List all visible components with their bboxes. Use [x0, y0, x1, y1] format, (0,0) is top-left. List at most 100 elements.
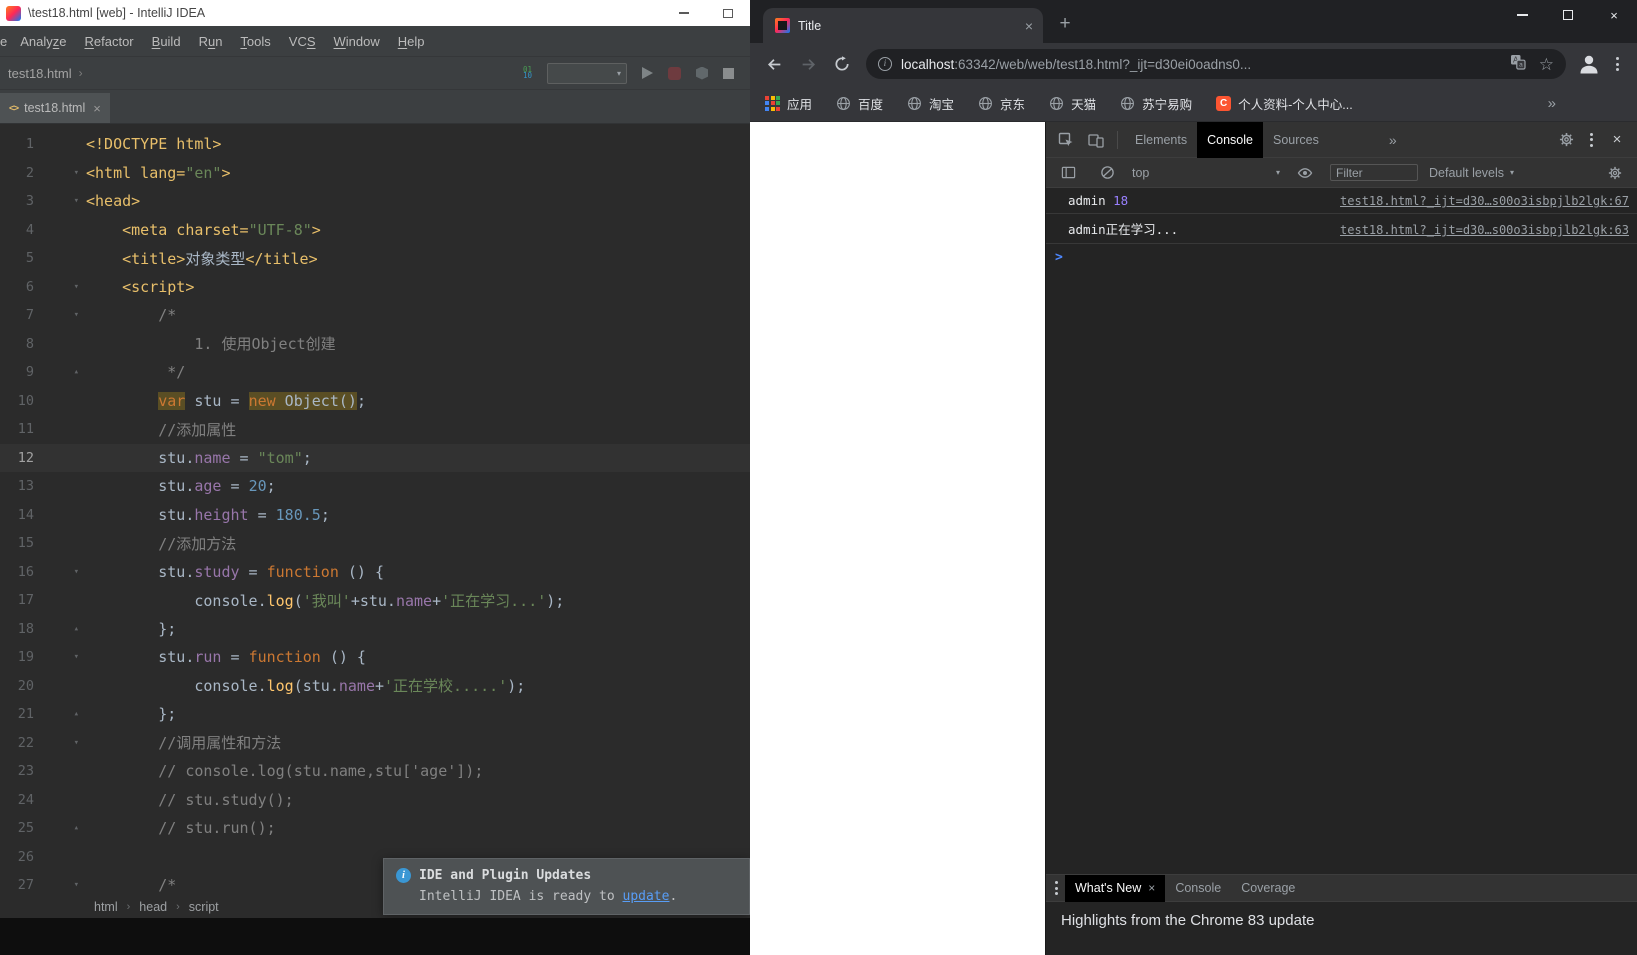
bookmark-item[interactable]: 百度 — [836, 94, 883, 113]
bookmark-star-icon[interactable]: ☆ — [1539, 56, 1554, 73]
log-levels-dropdown[interactable]: Default levels ▾ — [1429, 166, 1514, 180]
breadcrumb-script[interactable]: script — [189, 900, 219, 914]
run-config-dropdown[interactable]: ▾ — [547, 62, 627, 84]
update-notification[interactable]: i IDE and Plugin Updates IntelliJ IDEA i… — [383, 858, 750, 915]
menu-item-vcs[interactable]: VCS — [280, 34, 325, 49]
drawer-tab-console[interactable]: Console — [1165, 875, 1231, 902]
menu-item-tools[interactable]: Tools — [231, 34, 279, 49]
menu-item-analyze[interactable]: Analyze — [11, 34, 75, 49]
debug-button[interactable] — [668, 66, 681, 80]
devtools-tab-sources[interactable]: Sources — [1263, 122, 1329, 158]
fold-end-icon[interactable]: ▴ — [34, 624, 86, 634]
fold-end-icon[interactable]: ▴ — [34, 709, 86, 719]
update-link[interactable]: update — [623, 889, 670, 904]
fold-collapse-icon[interactable]: ▾ — [34, 738, 86, 748]
code-line-21[interactable]: 21 ▴ }; — [0, 700, 750, 729]
translate-icon[interactable]: Aa — [1510, 54, 1526, 75]
address-bar[interactable]: i localhost:63342/web/web/test18.html?_i… — [866, 49, 1566, 79]
minimize-button[interactable] — [1499, 0, 1545, 30]
console-source-link[interactable]: test18.html?_ijt=d30…s00o3isbpjlb2lgk:63 — [1340, 223, 1629, 237]
menu-item-refactor[interactable]: Refactor — [76, 34, 143, 49]
breadcrumb-html[interactable]: html — [94, 900, 118, 914]
code-line-18[interactable]: 18 ▴ }; — [0, 615, 750, 644]
fold-collapse-icon[interactable]: ▾ — [34, 282, 86, 292]
bookmark-item[interactable]: 天猫 — [1049, 94, 1096, 113]
context-selector[interactable]: top ▾ — [1132, 166, 1280, 180]
coverage-button[interactable] — [696, 66, 708, 80]
breadcrumb-head[interactable]: head — [139, 900, 167, 914]
tab-close-icon[interactable]: × — [1023, 18, 1035, 34]
code-line-14[interactable]: 14 stu.height = 180.5; — [0, 501, 750, 530]
page-info-icon[interactable]: i — [878, 57, 892, 71]
chrome-menu-icon[interactable] — [1608, 57, 1627, 71]
menu-item-partial[interactable]: e — [0, 34, 11, 49]
ide-maximize-button[interactable] — [706, 0, 750, 26]
devtools-close-icon[interactable]: × — [1603, 127, 1631, 153]
inspect-element-icon[interactable] — [1052, 127, 1080, 153]
vcs-update-icon[interactable]: 01 10 — [523, 66, 532, 80]
ide-minimize-button[interactable] — [662, 0, 706, 26]
run-button[interactable] — [642, 67, 653, 79]
code-line-12[interactable]: 12 stu.name = "tom"; — [0, 443, 750, 472]
url-text[interactable]: localhost:63342/web/web/test18.html?_ijt… — [901, 57, 1501, 72]
close-icon[interactable]: × — [1148, 881, 1155, 895]
menu-item-build[interactable]: Build — [143, 34, 190, 49]
code-line-24[interactable]: 24 // stu.study(); — [0, 786, 750, 815]
new-tab-button[interactable]: + — [1051, 10, 1079, 38]
forward-button[interactable] — [794, 50, 822, 78]
code-line-13[interactable]: 13 stu.age = 20; — [0, 472, 750, 501]
code-line-5[interactable]: 5 <title>对象类型</title> — [0, 244, 750, 273]
code-line-19[interactable]: 19 ▾ stu.run = function () { — [0, 643, 750, 672]
tab-close-icon[interactable]: × — [93, 101, 101, 116]
device-toolbar-icon[interactable] — [1082, 127, 1110, 153]
bookmark-item[interactable]: C 个人资料-个人中心... — [1216, 94, 1353, 113]
clear-console-icon[interactable] — [1093, 160, 1121, 186]
bookmark-item[interactable]: 应用 — [765, 94, 812, 113]
fold-collapse-icon[interactable]: ▾ — [34, 567, 86, 577]
live-expression-eye-icon[interactable] — [1291, 160, 1319, 186]
code-line-15[interactable]: 15 //添加方法 — [0, 529, 750, 558]
bookmarks-overflow-icon[interactable]: » — [1548, 95, 1556, 112]
menu-item-window[interactable]: Window — [325, 34, 389, 49]
maximize-button[interactable] — [1545, 0, 1591, 30]
devtools-settings-icon[interactable] — [1552, 127, 1580, 153]
drawer-tab-what-s-new[interactable]: What's New × — [1065, 874, 1166, 902]
code-line-10[interactable]: 10 var stu = new Object(); — [0, 387, 750, 416]
console-source-link[interactable]: test18.html?_ijt=d30…s00o3isbpjlb2lgk:67 — [1340, 194, 1629, 208]
drawer-tab-coverage[interactable]: Coverage — [1231, 875, 1305, 902]
close-button[interactable]: × — [1591, 0, 1637, 30]
browser-tab[interactable]: Title × — [763, 8, 1043, 43]
fold-collapse-icon[interactable]: ▾ — [34, 652, 86, 662]
code-line-2[interactable]: 2 ▾ <html lang="en"> — [0, 159, 750, 188]
code-line-9[interactable]: 9 ▴ */ — [0, 358, 750, 387]
devtools-tab-console[interactable]: Console — [1197, 121, 1263, 158]
stop-button[interactable] — [723, 67, 734, 79]
code-line-25[interactable]: 25 ▴ // stu.run(); — [0, 814, 750, 843]
code-editor[interactable]: 1 <!DOCTYPE html> 2 ▾ <html lang="en"> 3 ▾ <hea… — [0, 124, 750, 918]
devtools-tab-elements[interactable]: Elements — [1125, 122, 1197, 158]
code-line-16[interactable]: 16 ▾ stu.study = function () { — [0, 558, 750, 587]
reload-button[interactable] — [828, 50, 856, 78]
menu-item-help[interactable]: Help — [389, 34, 434, 49]
bookmark-item[interactable]: 苏宁易购 — [1120, 94, 1192, 113]
page-content[interactable] — [750, 122, 1045, 955]
drawer-menu-icon[interactable] — [1048, 881, 1065, 895]
menu-item-run[interactable]: Run — [190, 34, 232, 49]
code-line-8[interactable]: 8 1. 使用Object创建 — [0, 330, 750, 359]
fold-collapse-icon[interactable]: ▾ — [34, 880, 86, 890]
code-line-11[interactable]: 11 //添加属性 — [0, 415, 750, 444]
console-output[interactable]: admin 18 test18.html?_ijt=d30…s00o3isbpjl… — [1046, 188, 1637, 874]
nav-breadcrumb-file[interactable]: test18.html — [8, 66, 72, 81]
editor-tab-test18[interactable]: <> test18.html × — [0, 93, 110, 123]
console-sidebar-icon[interactable] — [1054, 160, 1082, 186]
profile-avatar[interactable] — [1576, 51, 1602, 77]
code-line-7[interactable]: 7 ▾ /* — [0, 301, 750, 330]
fold-collapse-icon[interactable]: ▾ — [34, 168, 86, 178]
back-button[interactable] — [760, 50, 788, 78]
code-line-23[interactable]: 23 // console.log(stu.name,stu['age']); — [0, 757, 750, 786]
more-tabs-icon[interactable]: » — [1389, 132, 1397, 148]
code-line-17[interactable]: 17 console.log('我叫'+stu.name+'正在学习...'); — [0, 586, 750, 615]
fold-end-icon[interactable]: ▴ — [34, 823, 86, 833]
bookmark-item[interactable]: 淘宝 — [907, 94, 954, 113]
console-prompt[interactable]: > — [1046, 244, 1637, 271]
